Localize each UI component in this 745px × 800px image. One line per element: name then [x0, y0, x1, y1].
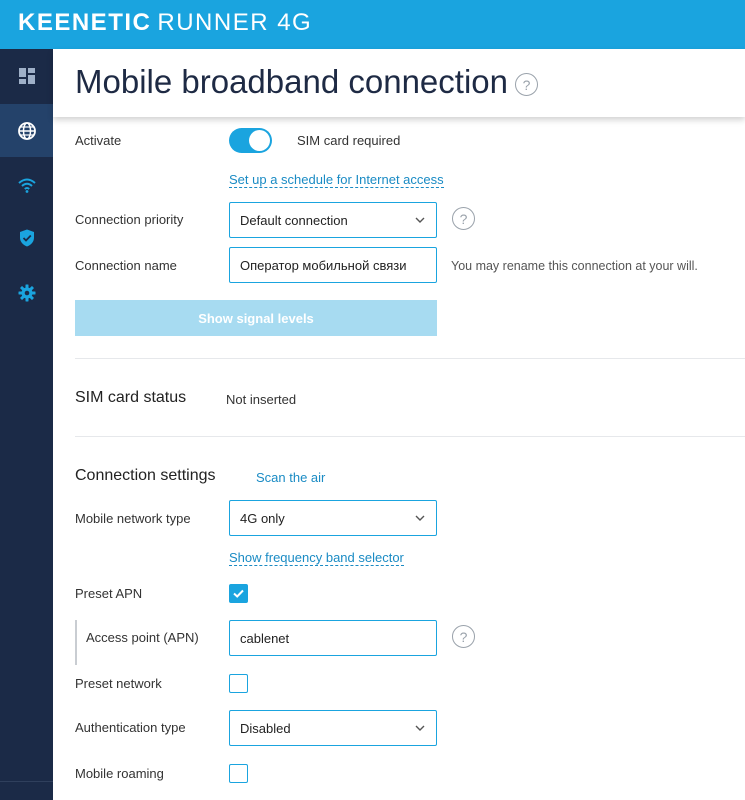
settings-form: Activate SIM card required Set up a sche… — [53, 117, 745, 800]
network-type-select[interactable]: 4G only — [229, 500, 437, 536]
check-icon — [233, 589, 244, 598]
connection-name-input[interactable]: Оператор мобильной связи — [229, 247, 437, 283]
sidebar — [0, 49, 53, 800]
scan-air-link[interactable]: Scan the air — [256, 470, 325, 485]
brand-name: KEENETIC — [18, 9, 152, 36]
connection-settings-title: Connection settings — [75, 467, 216, 484]
preset-apn-checkbox[interactable] — [229, 584, 248, 603]
title-help-icon[interactable]: ? — [515, 73, 538, 96]
roaming-label: Mobile roaming — [75, 766, 164, 781]
auth-type-value: Disabled — [240, 720, 291, 736]
sim-status-value: Not inserted — [226, 392, 297, 407]
roaming-checkbox[interactable] — [229, 764, 248, 783]
sidebar-item-wifi[interactable] — [0, 158, 53, 211]
chevron-down-icon — [415, 515, 425, 521]
brand-logo: KEENETIC RUNNER 4G — [18, 9, 312, 37]
activate-label: Activate — [75, 133, 122, 148]
page-title: Mobile broadband connection — [75, 63, 508, 100]
preset-network-checkbox[interactable] — [229, 674, 248, 693]
sim-status-title: SIM card status — [75, 389, 187, 406]
activate-toggle[interactable] — [229, 128, 272, 153]
apn-label: Access point (APN) — [86, 630, 199, 645]
priority-label: Connection priority — [75, 212, 184, 227]
sidebar-item-internet[interactable] — [0, 104, 53, 157]
shield-icon — [19, 229, 34, 246]
preset-apn-label: Preset APN — [75, 586, 143, 601]
auth-type-select[interactable]: Disabled — [229, 710, 437, 746]
gear-icon — [18, 284, 35, 301]
indent-bar — [75, 620, 77, 665]
chevron-down-icon — [415, 725, 425, 731]
schedule-link[interactable]: Set up a schedule for Internet access — [229, 172, 444, 188]
divider — [75, 436, 745, 437]
network-type-label: Mobile network type — [75, 511, 191, 526]
sidebar-divider — [0, 781, 53, 782]
apn-help-icon[interactable]: ? — [452, 625, 475, 648]
connection-name-hint: You may rename this connection at your w… — [451, 259, 698, 273]
priority-select[interactable]: Default connection — [229, 202, 437, 238]
sim-required-label: SIM card required — [297, 133, 401, 148]
toggle-knob — [249, 130, 270, 151]
globe-icon — [17, 121, 36, 140]
network-type-value: 4G only — [240, 510, 285, 526]
top-bar: KEENETIC RUNNER 4G — [0, 0, 745, 49]
preset-network-label: Preset network — [75, 676, 162, 691]
chevron-down-icon — [415, 217, 425, 223]
sidebar-item-settings[interactable] — [0, 266, 53, 319]
priority-value: Default connection — [240, 212, 348, 228]
sidebar-item-security[interactable] — [0, 211, 53, 264]
dashboard-icon — [18, 67, 35, 84]
page-header: Mobile broadband connection ? — [53, 49, 745, 117]
wifi-icon — [17, 178, 36, 193]
sidebar-item-dashboard[interactable] — [0, 49, 53, 102]
divider — [75, 358, 745, 359]
frequency-band-link[interactable]: Show frequency band selector — [229, 550, 404, 566]
connection-name-label: Connection name — [75, 258, 177, 273]
auth-type-label: Authentication type — [75, 720, 186, 735]
brand-model: RUNNER 4G — [157, 9, 313, 36]
connection-name-value: Оператор мобильной связи — [240, 257, 407, 273]
apn-value: cablenet — [240, 630, 290, 646]
show-signal-levels-button[interactable]: Show signal levels — [75, 300, 437, 336]
priority-help-icon[interactable]: ? — [452, 207, 475, 230]
apn-input[interactable]: cablenet — [229, 620, 437, 656]
